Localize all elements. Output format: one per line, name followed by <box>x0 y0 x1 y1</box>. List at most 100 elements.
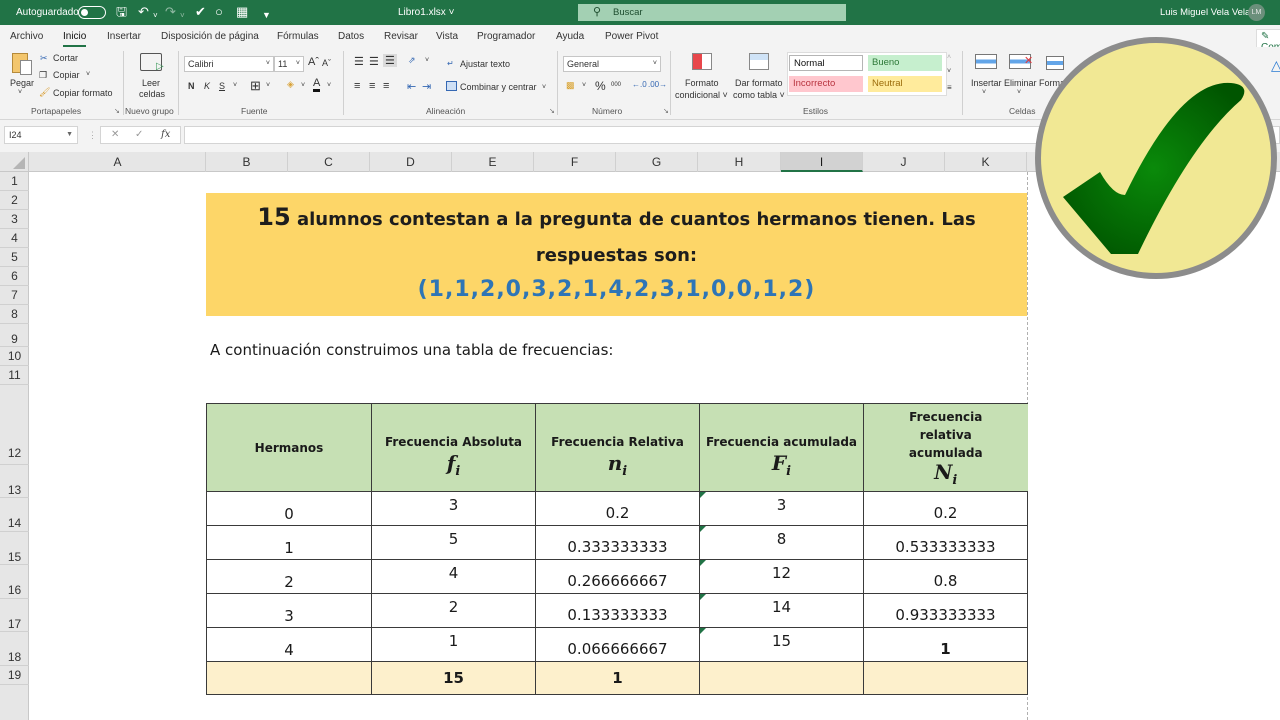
conditional-format-button[interactable]: Formato <box>685 78 719 88</box>
row-header[interactable]: 16 <box>0 565 29 599</box>
column-header-c[interactable]: C <box>288 152 370 172</box>
clipboard-launcher-icon[interactable]: ↘ <box>114 107 120 115</box>
column-header-j[interactable]: J <box>863 152 945 172</box>
delete-dropdown-icon[interactable]: ˅ <box>1017 89 1021 96</box>
row-header[interactable]: 9 <box>0 324 29 347</box>
increase-font-icon[interactable]: Aˆ <box>308 56 319 68</box>
header-frecuencia-acumulada[interactable]: Frecuencia acumulada Fi <box>699 403 864 492</box>
cell-hermanos[interactable]: 2 <box>206 559 372 594</box>
cell-ni[interactable]: 0.066666667 <box>535 627 700 662</box>
number-format-select[interactable]: General ˅ <box>563 56 661 72</box>
cell-ni[interactable]: 0.2 <box>535 491 700 526</box>
underline-button[interactable]: S <box>219 81 225 91</box>
row-header[interactable]: 11 <box>0 366 29 385</box>
total-Fi[interactable] <box>699 661 864 695</box>
row-header[interactable]: 18 <box>0 632 29 666</box>
undo-dropdown-icon[interactable]: ˅ <box>153 8 158 24</box>
underline-dropdown-icon[interactable]: ˅ <box>233 82 237 89</box>
align-left-icon[interactable]: ≡ <box>354 80 360 92</box>
font-color-dropdown-icon[interactable]: ˅ <box>327 82 331 89</box>
intro-text[interactable]: A continuación construimos una tabla de … <box>210 341 613 359</box>
format-painter-button[interactable]: Copiar formato <box>53 88 113 98</box>
avatar[interactable]: LM <box>1248 4 1265 21</box>
currency-dropdown-icon[interactable]: ˅ <box>582 82 586 89</box>
column-header-e[interactable]: E <box>452 152 534 172</box>
style-good[interactable]: Bueno <box>868 55 942 71</box>
cancel-icon[interactable]: ✕ <box>111 129 119 140</box>
wrap-text-button[interactable]: Ajustar texto <box>460 59 510 69</box>
row-header[interactable]: 5 <box>0 248 29 267</box>
row-header[interactable]: 15 <box>0 532 29 565</box>
copy-dropdown-icon[interactable]: ˅ <box>86 71 90 78</box>
column-header-a[interactable]: A <box>30 152 206 172</box>
error-indicator-icon[interactable] <box>700 594 706 600</box>
insert-cells-button[interactable]: Insertar <box>971 78 1002 88</box>
cell-fi[interactable]: 4 <box>371 559 536 594</box>
currency-icon[interactable]: ▩ <box>566 80 575 91</box>
style-bad[interactable]: Incorrecto <box>789 76 863 92</box>
font-size-select[interactable]: 11 ˅ <box>274 56 304 72</box>
cell-ni[interactable]: 0.333333333 <box>535 525 700 560</box>
paste-dropdown-icon[interactable]: ˅ <box>18 89 22 96</box>
decrease-decimal-icon[interactable]: .00→ <box>648 80 667 89</box>
total-hermanos[interactable] <box>206 661 372 695</box>
search-box[interactable]: ⚲ Buscar <box>578 4 846 21</box>
header-hermanos[interactable]: Hermanos <box>206 403 372 492</box>
cell-fi[interactable]: 3 <box>371 491 536 526</box>
decrease-font-icon[interactable]: Aˇ <box>322 58 331 68</box>
increase-indent-icon[interactable]: ⇥ <box>422 80 431 93</box>
row-header[interactable]: 10 <box>0 347 29 366</box>
row-header[interactable]: 12 <box>0 385 29 465</box>
orientation-icon[interactable]: ⇗ <box>408 55 416 66</box>
insert-dropdown-icon[interactable]: ˅ <box>982 89 986 96</box>
format-as-table-button[interactable]: Dar formato <box>735 78 783 88</box>
total-ni[interactable]: 1 <box>535 661 700 695</box>
borders-icon[interactable]: ⊞ <box>250 78 261 94</box>
row-header[interactable]: 7 <box>0 286 29 305</box>
error-indicator-icon[interactable] <box>700 560 706 566</box>
cell-Ni[interactable]: 0.933333333 <box>863 593 1028 628</box>
align-bottom-icon[interactable]: ☰ <box>383 54 397 67</box>
column-header-i[interactable]: I <box>781 152 863 172</box>
save-icon[interactable]: 🖫 <box>116 4 127 20</box>
document-title[interactable]: Libro1.xlsx ˅ <box>398 7 454 18</box>
tab-vista[interactable]: Vista <box>436 31 458 42</box>
tab-inicio[interactable]: Inicio <box>63 31 87 47</box>
header-frecuencia-relativa-acumulada[interactable]: Frecuencia relativa acumulada Ni <box>863 403 1028 492</box>
read-cells-button-line2[interactable]: celdas <box>139 89 165 99</box>
tab-revisar[interactable]: Revisar <box>384 31 418 42</box>
tab-power-pivot[interactable]: Power Pivot <box>605 31 658 42</box>
font-family-select[interactable]: Calibri ˅ <box>184 56 274 72</box>
header-frecuencia-relativa[interactable]: Frecuencia Relativa ni <box>535 403 700 492</box>
cell-ni[interactable]: 0.266666667 <box>535 559 700 594</box>
ideas-icon[interactable]: △ <box>1271 57 1280 74</box>
row-header[interactable]: 3 <box>0 210 29 229</box>
user-name[interactable]: Luis Miguel Vela Vela <box>1160 7 1250 18</box>
align-center-icon[interactable]: ≡ <box>369 80 375 92</box>
problem-statement[interactable]: 15 alumnos contestan a la pregunta de cu… <box>206 193 1027 316</box>
error-indicator-icon[interactable] <box>700 492 706 498</box>
align-right-icon[interactable]: ≡ <box>383 80 389 92</box>
column-header-g[interactable]: G <box>616 152 698 172</box>
form-icon[interactable]: ▦ <box>236 4 248 20</box>
cell-hermanos[interactable]: 1 <box>206 525 372 560</box>
cell-Fi[interactable]: 14 <box>699 593 864 628</box>
paste-button[interactable] <box>10 51 34 77</box>
tab-datos[interactable]: Datos <box>338 31 364 42</box>
gallery-more-icon[interactable]: ≡ <box>947 83 952 92</box>
alignment-launcher-icon[interactable]: ↘ <box>549 107 555 115</box>
tab-ayuda[interactable]: Ayuda <box>556 31 584 42</box>
decrease-indent-icon[interactable]: ⇤ <box>407 80 416 93</box>
name-box[interactable]: I24 ▼ <box>4 126 78 144</box>
copy-button[interactable]: Copiar <box>53 70 80 80</box>
style-normal[interactable]: Normal <box>789 55 863 71</box>
font-color-icon[interactable]: A <box>313 78 321 92</box>
header-frecuencia-absoluta[interactable]: Frecuencia Absoluta fi <box>371 403 536 492</box>
align-top-icon[interactable]: ☰ <box>354 55 364 68</box>
thousands-icon[interactable]: 000 <box>611 82 621 88</box>
row-header[interactable]: 17 <box>0 599 29 632</box>
column-header-d[interactable]: D <box>370 152 452 172</box>
row-header[interactable]: 2 <box>0 191 29 210</box>
customize-qat-icon[interactable]: ▼ <box>262 7 271 23</box>
gallery-down-icon[interactable]: ˅ <box>947 68 951 75</box>
